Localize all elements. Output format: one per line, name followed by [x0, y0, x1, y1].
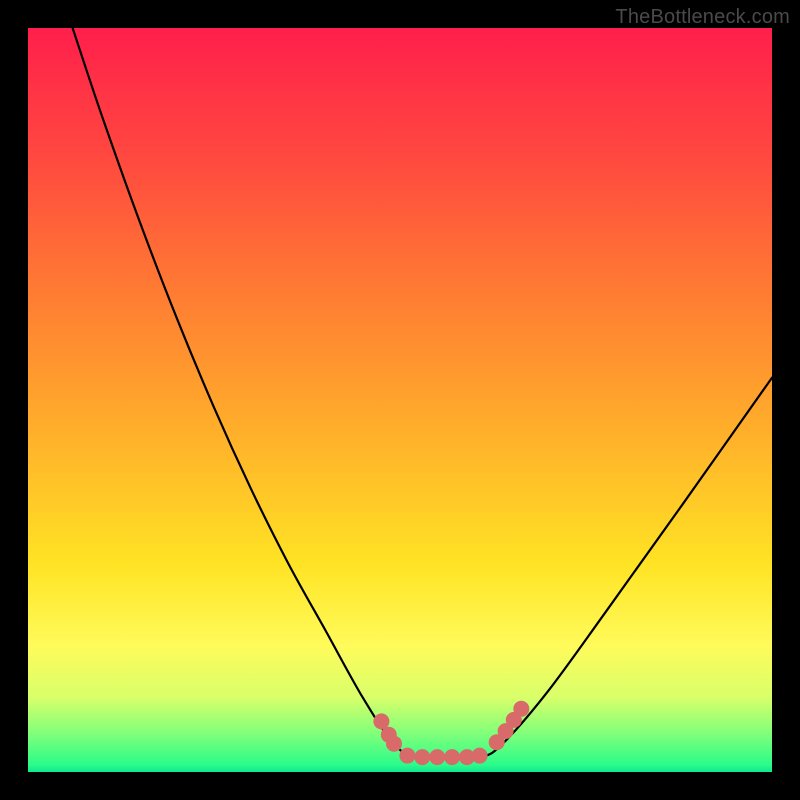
marker-flat-6 [472, 748, 488, 764]
marker-layer [373, 701, 529, 765]
chart-plot-area [28, 28, 772, 772]
bottleneck-curve [73, 28, 772, 758]
marker-flat-1 [399, 748, 415, 764]
marker-flat-3 [429, 749, 445, 765]
chart-svg [28, 28, 772, 772]
marker-right-4 [513, 701, 529, 717]
marker-left-3 [386, 736, 402, 752]
marker-flat-4 [444, 749, 460, 765]
chart-frame: TheBottleneck.com [0, 0, 800, 800]
marker-left-1 [373, 713, 389, 729]
marker-flat-2 [414, 749, 430, 765]
watermark-text: TheBottleneck.com [615, 6, 790, 29]
